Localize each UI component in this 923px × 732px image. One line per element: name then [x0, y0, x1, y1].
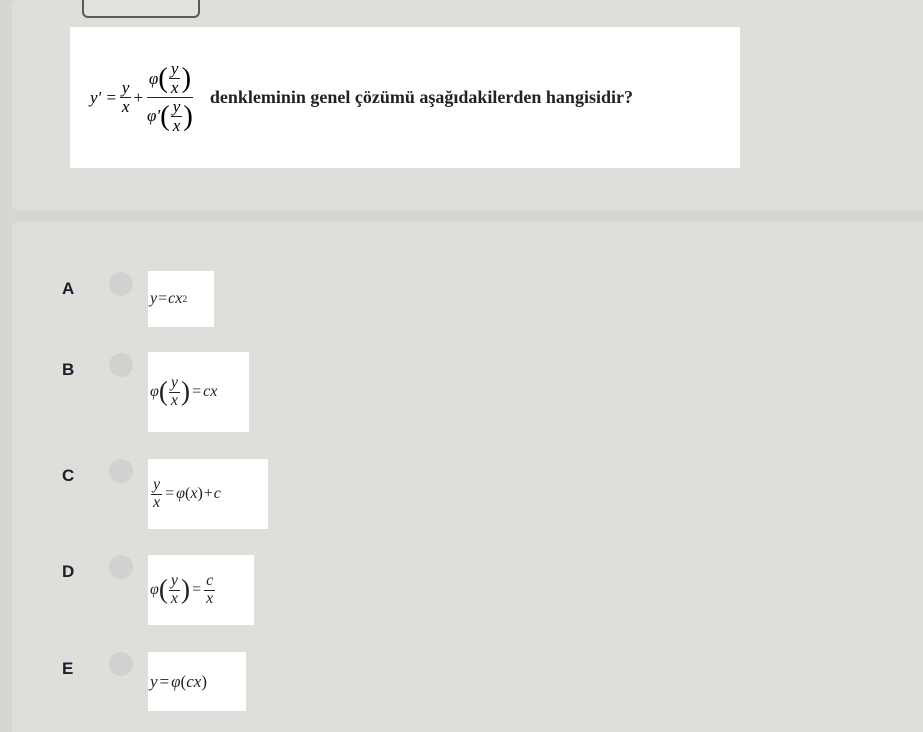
option-d-radio[interactable] [109, 555, 133, 579]
option-c-radio[interactable] [109, 459, 133, 483]
option-a-radio[interactable] [109, 272, 133, 296]
question-equation: y' = y x + φ ( y x ) φ' ( y x) [90, 60, 196, 134]
option-letter-d: D [62, 562, 75, 581]
option-e-formula[interactable]: y = φ (cx) [148, 652, 246, 711]
question-text: denkleminin genel çözümü aşağıdakilerden… [209, 87, 633, 107]
option-letter-a: A [62, 279, 75, 298]
option-e-radio[interactable] [109, 652, 133, 676]
question-image: y' = y x + φ ( y x ) φ' ( y x) denklemi… [70, 27, 740, 168]
option-b-formula[interactable]: φ ( y x ) = cx [148, 352, 249, 432]
fraction-y-over-x: y x [119, 78, 132, 116]
option-c-formula[interactable]: y x = φ (x) + c [148, 459, 268, 529]
option-a-formula[interactable]: y = cx 2 [148, 271, 214, 327]
option-d-formula[interactable]: φ ( y x ) = c x [148, 555, 254, 625]
previous-card-tab [82, 0, 200, 18]
big-fraction: φ ( y x ) φ' ( y x ) [146, 59, 194, 135]
option-b-radio[interactable] [109, 353, 133, 377]
option-letter-b: B [62, 360, 75, 379]
option-letter-e: E [62, 659, 74, 678]
option-letter-c: C [62, 466, 75, 485]
plus-sign: + [133, 87, 144, 107]
equation-lhs: y' = [90, 87, 117, 107]
